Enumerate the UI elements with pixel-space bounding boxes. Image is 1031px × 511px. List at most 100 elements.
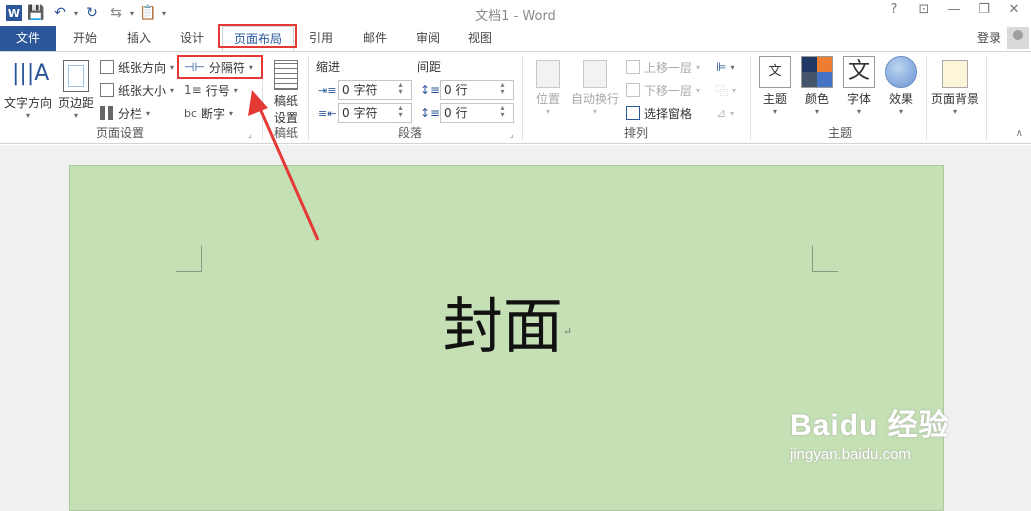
margins-button[interactable]: 页边距 ▾ <box>56 56 96 120</box>
minimize-button[interactable]: — <box>941 2 967 17</box>
paragraph-launcher-icon[interactable]: ⌟ <box>510 130 514 139</box>
chevron-down-icon: ▾ <box>772 107 777 116</box>
line-numbers-icon: 1≡ <box>184 83 202 97</box>
hyphenation-button[interactable]: bc 断字 ▾ <box>184 103 233 123</box>
orientation-button[interactable]: 纸张方向 ▾ <box>100 57 174 77</box>
columns-button[interactable]: 分栏 ▾ <box>100 103 150 123</box>
tab-view[interactable]: 视图 <box>457 26 503 51</box>
close-button[interactable]: ✕ <box>1001 2 1027 17</box>
chevron-down-icon: ▾ <box>592 107 597 116</box>
chevron-down-icon: ▾ <box>730 62 735 72</box>
chevron-down-icon: ▾ <box>732 85 737 95</box>
chevron-down-icon: ▾ <box>696 62 701 72</box>
chevron-down-icon: ▾ <box>170 62 175 72</box>
wrap-text-icon <box>583 60 607 88</box>
login-link[interactable]: 登录 <box>977 29 1001 46</box>
indent-label: 缩进 <box>316 60 341 74</box>
wrap-text-button[interactable]: 自动换行 ▾ <box>568 56 622 116</box>
restore-button[interactable]: ❐ <box>971 2 997 17</box>
tab-mailings[interactable]: 邮件 <box>352 26 398 51</box>
send-backward-button[interactable]: 下移一层 ▾ <box>626 80 700 100</box>
indent-left-icon: ⇥≡ <box>318 84 337 97</box>
rotate-button[interactable]: ⊿ ▾ <box>716 103 734 123</box>
ribbon: |||A 文字方向 ▾ 页边距 ▾ 纸张方向 ▾ 纸张大小 ▾ 分栏 ▾ ⊣⊢ … <box>0 51 1031 144</box>
group-separator <box>308 56 309 140</box>
spacing-label: 间距 <box>417 60 442 74</box>
group-separator <box>986 56 987 140</box>
themes-group-label: 主题 <box>827 126 852 140</box>
tab-design[interactable]: 设计 <box>169 26 215 51</box>
group-objects-icon: ⿻ <box>716 83 729 98</box>
bring-forward-icon <box>626 60 640 74</box>
position-button[interactable]: 位置 ▾ <box>530 56 566 116</box>
indent-right-input[interactable]: 0 字符 <box>338 103 412 123</box>
spacing-after-input[interactable]: 0 行 <box>440 103 514 123</box>
tab-insert[interactable]: 插入 <box>116 26 162 51</box>
align-button[interactable]: ⊫ ▾ <box>716 57 734 77</box>
chevron-down-icon: ▾ <box>233 85 238 95</box>
chevron-down-icon: ▾ <box>952 107 957 116</box>
themes-icon: 文 <box>759 56 791 88</box>
chevron-down-icon: ▾ <box>545 107 550 116</box>
breaks-button-highlight <box>177 55 263 79</box>
page-setup-group-label: 页面设置 <box>95 126 144 140</box>
orientation-icon <box>100 60 114 74</box>
tab-file[interactable]: 文件 <box>0 26 56 51</box>
fonts-button[interactable]: 文 字体 ▾ <box>840 56 878 116</box>
effects-icon <box>885 56 917 88</box>
line-numbers-button[interactable]: 1≡ 行号 ▾ <box>184 80 238 100</box>
size-button[interactable]: 纸张大小 ▾ <box>100 80 174 100</box>
tab-home[interactable]: 开始 <box>62 26 108 51</box>
chevron-down-icon: ▾ <box>730 108 735 118</box>
selection-pane-button[interactable]: 选择窗格 <box>626 103 692 123</box>
tab-review[interactable]: 审阅 <box>405 26 451 51</box>
chevron-down-icon: ▾ <box>25 111 30 120</box>
cover-title[interactable]: 封面↵ <box>70 278 945 365</box>
collapse-ribbon-icon[interactable]: ∧ <box>1016 128 1023 139</box>
group-separator <box>926 56 927 140</box>
indent-right-icon: ≡⇤ <box>318 107 337 120</box>
margin-corner-mark <box>812 246 838 272</box>
manuscript-settings-button[interactable]: 稿纸 设置 <box>268 56 304 126</box>
spacing-before-icon: ↕≡ <box>420 83 441 97</box>
effects-button[interactable]: 效果 ▾ <box>882 56 920 116</box>
fonts-icon: 文 <box>843 56 875 88</box>
columns-icon <box>100 106 114 120</box>
selection-pane-icon <box>626 106 640 120</box>
arrange-group-label: 排列 <box>623 126 648 140</box>
chevron-down-icon: ▾ <box>170 85 175 95</box>
ribbon-tabs: 文件 开始 插入 设计 页面布局 引用 邮件 审阅 视图 登录 <box>0 26 1031 51</box>
page-background-button[interactable]: 页面背景 ▾ <box>928 56 982 116</box>
group-objects-button[interactable]: ⿻ ▾ <box>716 80 736 100</box>
page-layout-tab-highlight <box>218 24 297 48</box>
bring-forward-button[interactable]: 上移一层 ▾ <box>626 57 700 77</box>
text-direction-button[interactable]: |||A 文字方向 ▾ <box>2 56 54 120</box>
page-setup-launcher-icon[interactable]: ⌟ <box>248 130 252 139</box>
colors-button[interactable]: 颜色 ▾ <box>798 56 836 116</box>
align-icon: ⊫ <box>716 60 727 74</box>
tab-references[interactable]: 引用 <box>298 26 344 51</box>
indent-left-input[interactable]: 0 字符 <box>338 80 412 100</box>
chevron-down-icon: ▾ <box>898 107 903 116</box>
themes-button[interactable]: 文 主题 ▾ <box>756 56 794 116</box>
hyphenation-icon: bc <box>184 106 198 120</box>
help-button[interactable]: ? <box>881 2 907 17</box>
page-background-icon <box>942 60 968 88</box>
baidu-watermark: Baidu 经验 jingyan.baidu.com <box>790 409 950 463</box>
text-direction-icon: |||A <box>12 61 50 86</box>
window-controls: ? ⊡ — ❐ ✕ <box>881 2 1027 17</box>
spacing-before-input[interactable]: 0 行 <box>440 80 514 100</box>
user-avatar[interactable] <box>1007 27 1029 49</box>
manuscript-group-label: 稿纸 <box>273 126 298 140</box>
group-separator <box>522 56 523 140</box>
chevron-down-icon: ▾ <box>856 107 861 116</box>
group-separator <box>750 56 751 140</box>
chevron-down-icon: ▾ <box>814 107 819 116</box>
title-bar: W 💾 ↶ ▾ ↻ ⇆ ▾ 📋 ▾ 文档1 - Word ? ⊡ — ❐ ✕ <box>0 0 1031 26</box>
margins-icon <box>63 60 89 92</box>
ribbon-display-options-icon[interactable]: ⊡ <box>911 2 937 17</box>
send-backward-icon <box>626 83 640 97</box>
margin-corner-mark <box>176 246 202 272</box>
paragraph-group-label: 段落 <box>397 126 422 140</box>
spacing-after-icon: ↕≡ <box>420 106 441 120</box>
